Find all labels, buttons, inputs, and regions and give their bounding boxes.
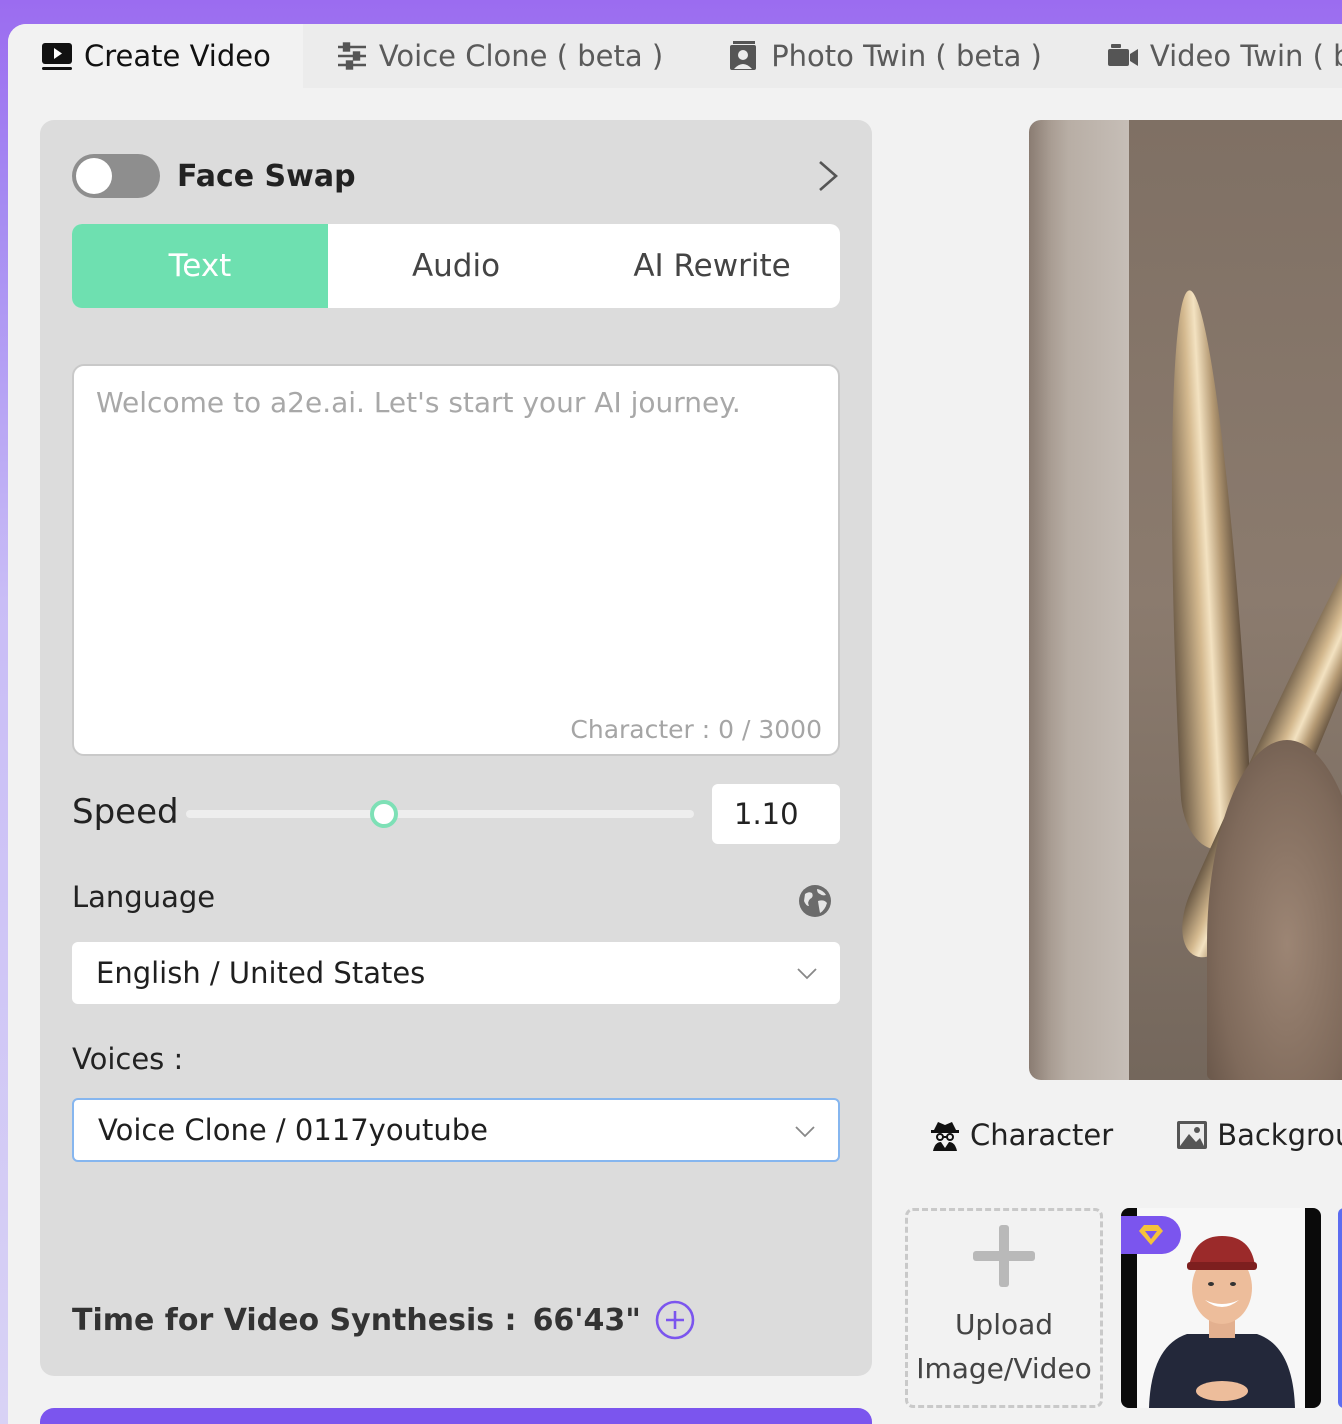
chevron-down-icon: [795, 1126, 815, 1138]
voices-label: Voices :: [72, 1042, 184, 1076]
tab-label: Photo Twin ( beta ): [771, 39, 1042, 73]
language-label: Language: [72, 880, 216, 914]
tab-photo-twin[interactable]: Photo Twin ( beta ): [695, 24, 1074, 88]
globe-icon[interactable]: [798, 884, 832, 918]
face-swap-toggle[interactable]: [72, 154, 160, 198]
video-play-icon: [40, 39, 74, 73]
face-swap-row: Face Swap: [72, 154, 842, 198]
tab-label: Create Video: [84, 39, 271, 73]
mode-ai-rewrite-button[interactable]: AI Rewrite: [584, 224, 840, 308]
chevron-right-icon[interactable]: [812, 158, 842, 194]
image-icon: [1177, 1121, 1208, 1149]
tab-label: Video Twin ( beta ): [1149, 39, 1342, 73]
voice-value: Voice Clone / 0117youtube: [98, 1113, 488, 1147]
settings-panel: Face Swap Text Audio AI Rewrite Characte…: [40, 120, 872, 1376]
character-counter: Character : 0 / 3000: [570, 715, 822, 744]
sliders-icon: [335, 39, 369, 73]
speed-value-input[interactable]: 1.10: [712, 784, 840, 844]
language-value: English / United States: [96, 956, 426, 990]
tab-background-label: Backgrou: [1217, 1118, 1342, 1152]
photo-twin-icon: [727, 39, 761, 73]
tab-create-video[interactable]: Create Video: [8, 24, 303, 88]
spy-icon: [931, 1122, 959, 1151]
toggle-knob: [76, 158, 112, 194]
speed-row: Speed 1.10: [72, 784, 840, 844]
tab-character-label: Character: [970, 1118, 1114, 1152]
upload-label-line1: Upload: [954, 1308, 1054, 1341]
plus-icon: [973, 1225, 1035, 1287]
tab-label: Voice Clone ( beta ): [378, 39, 664, 73]
voice-select[interactable]: Voice Clone / 0117youtube: [72, 1098, 840, 1162]
generate-button[interactable]: [40, 1408, 872, 1424]
add-time-icon[interactable]: [655, 1300, 695, 1340]
avatar-thumbnail[interactable]: [1121, 1208, 1321, 1408]
speed-label: Speed: [72, 792, 179, 832]
video-preview: [1029, 120, 1342, 1080]
speed-slider-thumb[interactable]: [370, 800, 399, 828]
tab-character[interactable]: Character: [928, 1118, 1113, 1152]
mode-audio-button[interactable]: Audio: [328, 224, 584, 308]
tab-video-twin[interactable]: Video Twin ( beta ): [1074, 24, 1342, 88]
tab-voice-clone[interactable]: Voice Clone ( beta ): [303, 24, 695, 88]
synthesis-time-row: Time for Video Synthesis : 66'43": [72, 1300, 695, 1340]
mode-text-button[interactable]: Text: [72, 224, 328, 308]
chevron-down-icon: [797, 968, 817, 980]
tab-background[interactable]: Backgrou: [1175, 1118, 1342, 1152]
media-tabs: Character Backgrou: [928, 1118, 1342, 1152]
camera-icon: [1106, 39, 1140, 73]
upload-label-line2: Image/Video: [916, 1352, 1092, 1385]
input-mode-selector: Text Audio AI Rewrite: [72, 224, 840, 308]
main-tabs: Create Video Voice Clone ( beta ) Photo …: [8, 24, 1342, 88]
speed-slider-track[interactable]: [186, 810, 694, 818]
script-input-box: Character : 0 / 3000: [72, 364, 840, 756]
face-swap-label: Face Swap: [177, 158, 356, 194]
app-window: Create Video Voice Clone ( beta ) Photo …: [8, 24, 1342, 1424]
diamond-icon: [1139, 1225, 1163, 1245]
avatar-person-image: [1149, 1236, 1295, 1408]
synthesis-time-label: Time for Video Synthesis :: [72, 1302, 517, 1338]
script-textarea[interactable]: [74, 366, 838, 754]
synthesis-time-value: 66'43": [532, 1302, 641, 1338]
upload-media-card[interactable]: Upload Image/Video: [905, 1208, 1103, 1408]
avatar-thumbnail-partial[interactable]: [1338, 1208, 1342, 1408]
premium-badge: [1121, 1216, 1181, 1254]
language-select[interactable]: English / United States: [72, 942, 840, 1004]
